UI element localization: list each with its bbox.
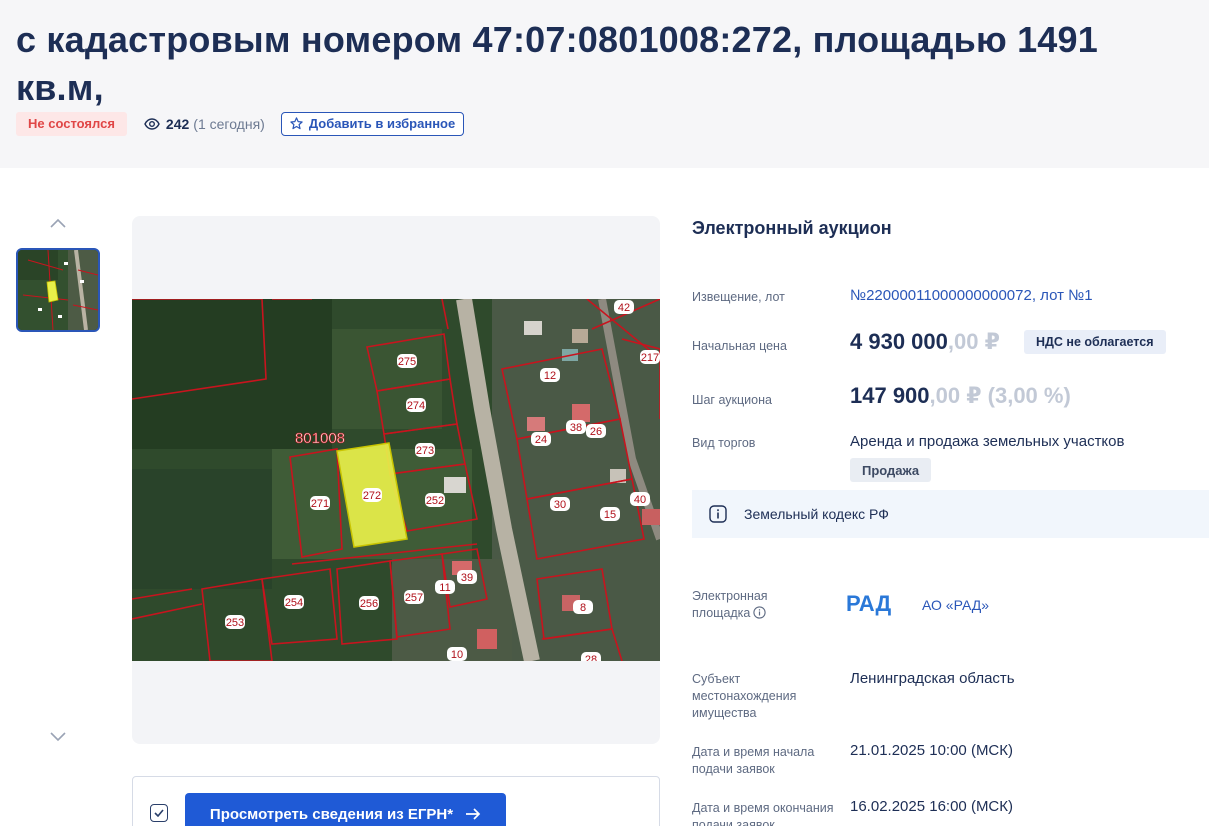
auction-type-heading: Электронный аукцион [692, 218, 892, 238]
map-parcel-label: 273 [416, 445, 434, 457]
map-parcel-label: 8 [580, 602, 586, 614]
egrn-button-label: Просмотреть сведения из ЕГРН* [209, 805, 454, 823]
lot-meta: Не состоялся 242 (1 сегодня) Добавить в … [16, 111, 465, 136]
start-price-value: 4 930 000,00 ₽ [850, 329, 1000, 355]
star-icon [290, 117, 303, 130]
rad-logo-text: РАД [846, 592, 891, 616]
map-parcel-label: 253 [226, 617, 244, 629]
map-parcel-label: 217 [641, 352, 659, 364]
apps-start-label: Дата и время начала подачи заявок [692, 745, 815, 776]
apps-end-label: Дата и время окончания подачи заявок [692, 801, 834, 826]
apps-start-value: 21.01.2025 10:00 (МСК) [850, 742, 1014, 759]
subject-label: Субъект местонахождения имущества [692, 672, 797, 720]
map-parcel-label: 252 [426, 495, 444, 507]
map-parcel-label: 28 [585, 654, 597, 661]
map-parcel-label: 256 [360, 598, 378, 610]
checkmark-icon [154, 809, 164, 817]
map-parcel-label: 254 [285, 597, 303, 609]
eye-icon [144, 117, 160, 130]
map-parcel-label: 12 [544, 370, 556, 382]
arrow-right-icon [466, 808, 481, 820]
map-parcel-label: 39 [461, 572, 473, 584]
map-parcel-label: 42 [618, 302, 630, 314]
map-parcel-label: 24 [535, 434, 547, 446]
sale-pill: Продажа [850, 458, 932, 482]
rad-logo-icon[interactable]: РАД [846, 592, 904, 618]
info-icon [709, 505, 727, 523]
help-icon[interactable] [753, 606, 767, 619]
thumbnails-up-button[interactable] [49, 216, 67, 234]
platform-label: Электронная площадка [692, 588, 812, 622]
map-parcel-label: 15 [604, 509, 616, 521]
views-count: 242 [165, 115, 190, 132]
map-parcel-label: 257 [405, 592, 423, 604]
favorites-label: Добавить в избранное [308, 116, 456, 131]
map-parcel-label: 40 [634, 494, 646, 506]
map-parcel-label: 30 [554, 499, 566, 511]
map-parcel-label: 272 [363, 490, 381, 502]
map-parcel-label: 274 [407, 400, 425, 412]
map-parcel-label: 11 [439, 582, 450, 594]
chevron-down-icon [50, 732, 66, 742]
view-egrn-button[interactable]: Просмотреть сведения из ЕГРН* [185, 793, 506, 826]
subject-value: Ленинградская область [850, 670, 1015, 687]
page-title: с кадастровым номером 47:07:0801008:272,… [16, 19, 1098, 108]
add-to-favorites-button[interactable]: Добавить в избранное [280, 111, 465, 136]
step-fraction: ,00 ₽ (3,00 %) [929, 383, 1071, 408]
platform-name-link[interactable]: АО «РАД» [922, 597, 989, 613]
start-price-integer: 4 930 000 [850, 329, 948, 354]
notice-link[interactable]: №22000011000000000072, лот №1 [850, 287, 1093, 304]
nds-badge: НДС не облагается [1024, 330, 1166, 354]
gallery-thumbnail[interactable] [16, 248, 100, 332]
cadastral-map-image: 42 275 217 12 274 38 26 801008 24 273 272 271 252 30 4… [132, 299, 660, 661]
auction-step-label: Шаг аукциона [692, 393, 772, 407]
map-parcel-label: 801008 [295, 430, 345, 447]
trade-kind-label: Вид торгов [692, 436, 756, 450]
main-image-panel[interactable]: 42 275 217 12 274 38 26 801008 24 273 272 271 252 30 4… [132, 216, 660, 744]
trade-kind-value: Аренда и продажа земельных участков [850, 433, 1125, 450]
thumbnails-down-button[interactable] [49, 730, 67, 748]
auction-step-value: 147 900,00 ₽ (3,00 %) [850, 383, 1071, 409]
chevron-up-icon [50, 218, 66, 228]
notice-label: Извещение, лот [692, 290, 785, 304]
apps-end-value: 16.02.2025 16:00 (МСК) [850, 798, 1014, 815]
page-header: с кадастровым номером 47:07:0801008:272,… [0, 0, 1209, 168]
views-counter: 242 (1 сегодня) [144, 116, 265, 132]
map-parcel-label: 275 [398, 356, 416, 368]
map-thumbnail-image [18, 250, 98, 330]
legal-code-text: Земельный кодекс РФ [744, 506, 889, 522]
step-integer: 147 900 [850, 383, 930, 408]
egrn-panel: Просмотреть сведения из ЕГРН* [132, 776, 660, 826]
views-today: (1 сегодня) [193, 115, 265, 132]
legal-code-box: Земельный кодекс РФ [692, 490, 1209, 538]
map-parcel-label: 271 [311, 498, 329, 510]
start-price-label: Начальная цена [692, 339, 787, 353]
start-price-fraction: ,00 ₽ [947, 329, 1000, 354]
status-badge: Не состоялся [16, 111, 127, 136]
map-parcel-label: 26 [590, 426, 602, 438]
map-parcel-label: 10 [451, 649, 463, 661]
egrn-checkbox[interactable] [150, 804, 168, 822]
map-parcel-label: 38 [570, 422, 582, 434]
